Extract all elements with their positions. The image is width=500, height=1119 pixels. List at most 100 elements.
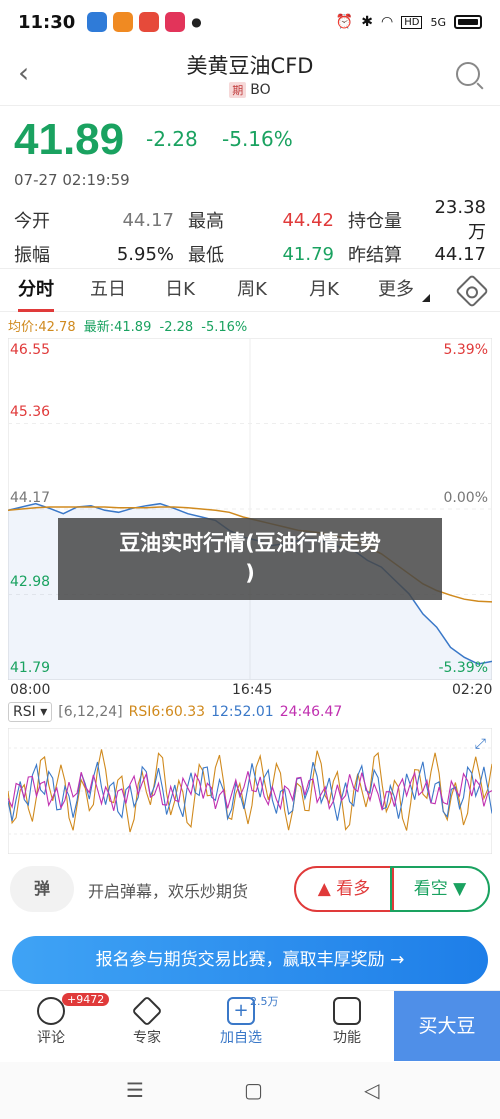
stat-value-prev-settle: 44.17 bbox=[434, 243, 486, 265]
nav-add-favorite-label: 加自选 bbox=[220, 1030, 262, 1046]
menu-lines-icon[interactable]: ☰ bbox=[126, 1078, 144, 1102]
chart-legend: 均价:42.78 最新:41.89 -2.28 -5.16% bbox=[8, 316, 251, 335]
page-title: 美黄豆油CFD bbox=[186, 54, 314, 78]
comment-count-badge: +9472 bbox=[62, 993, 110, 1006]
intraday-chart[interactable]: 46.55 45.36 44.17 42.98 41.79 5.39% 0.00… bbox=[7, 337, 493, 681]
stat-label-low: 最低 bbox=[188, 245, 224, 266]
futures-badge: 期 bbox=[229, 82, 247, 98]
y-tick-right: 5.39% bbox=[443, 342, 488, 358]
rsi12-value: 12:52.01 bbox=[211, 704, 274, 720]
nav-bar: ‹ 美黄豆油CFD 期 BO bbox=[0, 44, 500, 106]
fullscreen-icon[interactable]: ⤢ bbox=[475, 736, 486, 752]
diamond-icon bbox=[131, 995, 163, 1027]
nav-function-label: 功能 bbox=[333, 1030, 361, 1046]
rsi-header: RSI ▾ [6,12,24] RSI6:60.33 12:52.01 24:4… bbox=[8, 702, 342, 722]
nav-expert[interactable]: 专家 bbox=[112, 991, 182, 1061]
price-change-pct: -5.16% bbox=[222, 127, 293, 151]
chart-tabs: 分时 五日 日K 周K 月K 更多 bbox=[0, 268, 500, 312]
tab-monthly-k[interactable]: 月K bbox=[288, 268, 360, 312]
nav-function[interactable]: 功能 bbox=[312, 991, 382, 1061]
stats-row: 今开 44.17 最高 44.42 持仓量 23.38万 bbox=[14, 197, 486, 243]
legend-pct: -5.16% bbox=[201, 320, 248, 335]
y-tick-left: 42.98 bbox=[10, 574, 51, 590]
battery-icon bbox=[454, 15, 482, 29]
comment-icon bbox=[37, 997, 65, 1025]
status-bar: 11:30 ● ⏰ ✱ ◠ HD 5G bbox=[0, 0, 500, 44]
search-icon[interactable] bbox=[456, 62, 480, 86]
overlay-line-1: 豆油实时行情(豆油行情走势 bbox=[119, 531, 381, 555]
app-blue-icon bbox=[87, 12, 108, 32]
signal-icon: 5G bbox=[430, 15, 446, 29]
back-triangle-icon[interactable]: ◁ bbox=[364, 1078, 379, 1102]
legend-avg-price: 均价:42.78 bbox=[8, 320, 76, 335]
stat-label-open: 今开 bbox=[14, 211, 50, 232]
tab-five-day[interactable]: 五日 bbox=[72, 268, 144, 312]
hd-icon: HD bbox=[401, 15, 423, 29]
alarm-icon: ⏰ bbox=[335, 14, 354, 30]
more-triangle-icon bbox=[422, 294, 430, 302]
stats-grid: 今开 44.17 最高 44.42 持仓量 23.38万 振幅 5.95% 最低… bbox=[14, 197, 486, 271]
y-tick-left: 45.36 bbox=[10, 404, 51, 420]
rsi24-value: 24:46.47 bbox=[279, 704, 343, 720]
bearish-button[interactable]: 看空 ▼ bbox=[390, 866, 490, 912]
settings-icon[interactable] bbox=[455, 274, 489, 308]
rsi6-value: RSI6:60.33 bbox=[128, 704, 206, 720]
system-nav-bar: ☰ ▢ ◁ bbox=[0, 1062, 500, 1119]
bullish-button[interactable]: ▲ 看多 bbox=[294, 866, 394, 912]
indicator-select[interactable]: RSI ▾ bbox=[8, 702, 53, 722]
stats-row: 振幅 5.95% 最低 41.79 昨结算 44.17 bbox=[14, 237, 486, 271]
stat-value-open: 44.17 bbox=[122, 209, 174, 231]
y-tick-right: 0.00% bbox=[443, 490, 488, 506]
stat-value-open-interest: 23.38万 bbox=[434, 196, 486, 243]
stat-label-open-interest: 持仓量 bbox=[348, 211, 402, 232]
comment-placeholder[interactable]: 开启弹幕，欢乐炒期货 bbox=[88, 878, 248, 902]
bottom-nav: 评论 +9472 专家 + 加自选 2.5万 功能 买大豆 bbox=[0, 990, 500, 1061]
contract-symbol: BO bbox=[250, 82, 271, 98]
stat-label-high: 最高 bbox=[188, 211, 224, 232]
x-tick: 16:45 bbox=[232, 682, 273, 698]
stat-label-amplitude: 振幅 bbox=[14, 245, 50, 266]
indicator-select-label: RSI bbox=[13, 704, 36, 720]
favorite-count: 2.5万 bbox=[250, 995, 279, 1008]
rsi-params: [6,12,24] bbox=[58, 704, 123, 720]
legend-latest: 最新:41.89 bbox=[83, 320, 152, 335]
tab-more[interactable]: 更多 bbox=[360, 268, 432, 312]
tab-daily-k[interactable]: 日K bbox=[144, 268, 216, 312]
intraday-chart-svg bbox=[7, 337, 493, 681]
status-indicators: ⏰ ✱ ◠ HD 5G bbox=[336, 14, 482, 30]
x-tick: 08:00 bbox=[10, 682, 51, 698]
competition-promo-banner[interactable]: 报名参与期货交易比赛，赢取丰厚奖励 → bbox=[12, 936, 488, 984]
stat-value-low: 41.79 bbox=[282, 243, 334, 265]
app-pink-icon bbox=[165, 12, 186, 32]
stat-value-high: 44.42 bbox=[282, 209, 334, 231]
comment-bar: 弹 开启弹幕，欢乐炒期货 ▲ 看多 看空 ▼ bbox=[10, 866, 490, 912]
contract-code: 期 BO bbox=[0, 82, 500, 98]
rsi-chart[interactable]: ⤢ bbox=[7, 727, 493, 855]
legend-change: -2.28 bbox=[159, 320, 194, 335]
dot-icon: ● bbox=[191, 15, 202, 29]
wifi-icon: ◠ bbox=[381, 14, 394, 30]
app-red-icon bbox=[139, 12, 160, 32]
home-icon[interactable]: ▢ bbox=[244, 1078, 263, 1102]
tab-weekly-k[interactable]: 周K bbox=[216, 268, 288, 312]
bearish-label: 看空 bbox=[413, 879, 448, 899]
price-change: -2.28 bbox=[146, 127, 198, 151]
danmu-toggle-icon[interactable]: 弹 bbox=[10, 866, 74, 912]
y-tick-left: 41.79 bbox=[10, 660, 51, 676]
bluetooth-icon: ✱ bbox=[361, 14, 374, 30]
x-tick: 02:20 bbox=[452, 682, 493, 698]
status-apps: ● bbox=[87, 12, 202, 32]
buy-button[interactable]: 买大豆 bbox=[394, 991, 500, 1061]
last-price: 41.89 bbox=[14, 115, 125, 164]
nav-expert-label: 专家 bbox=[133, 1030, 161, 1046]
rsi-chart-svg bbox=[7, 727, 493, 855]
bullish-label: 看多 bbox=[336, 879, 371, 899]
status-time: 11:30 bbox=[18, 11, 76, 33]
nav-comment-label: 评论 bbox=[37, 1030, 65, 1046]
overlay-line-2: ) bbox=[245, 561, 255, 585]
price-block: 41.89 -2.28 -5.16% 07-27 02:19:59 bbox=[14, 115, 494, 195]
tab-intraday[interactable]: 分时 bbox=[0, 268, 72, 312]
y-tick-left: 46.55 bbox=[10, 342, 51, 358]
quote-timestamp: 07-27 02:19:59 bbox=[14, 171, 130, 189]
stat-label-prev-settle: 昨结算 bbox=[348, 245, 402, 266]
